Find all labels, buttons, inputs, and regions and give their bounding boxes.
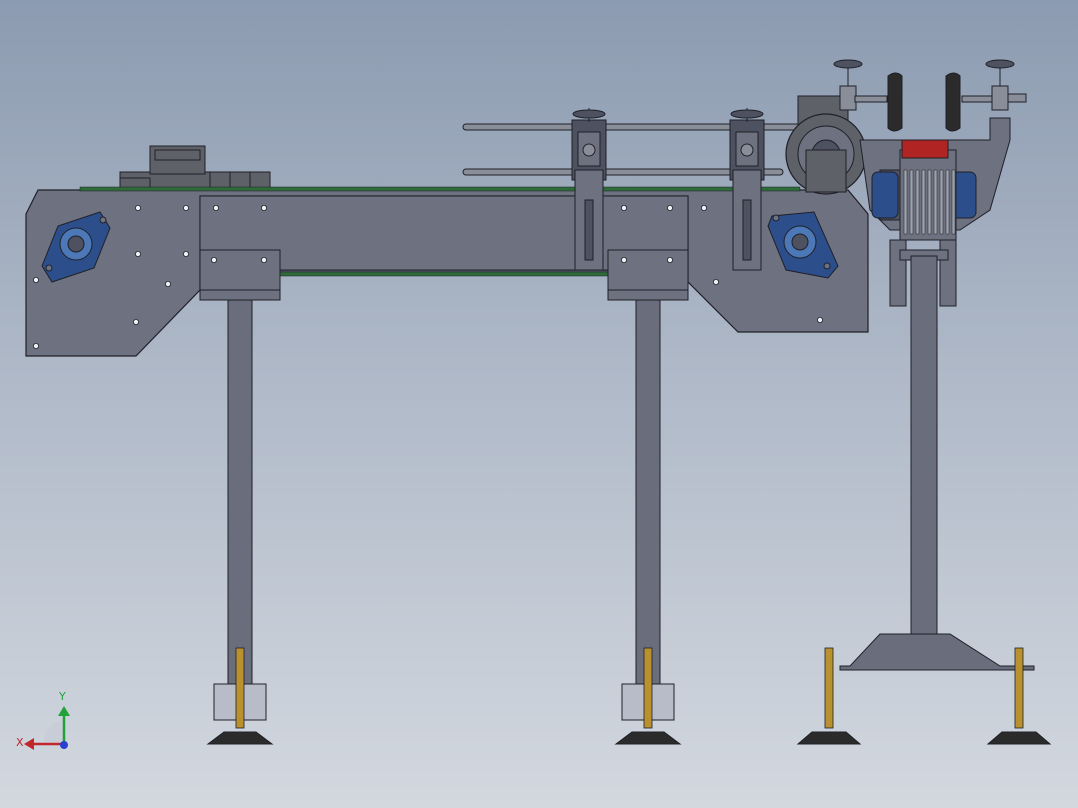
bolt-hole [667,256,674,263]
bolt-hole [182,204,189,211]
bolt-hole [33,342,40,349]
gear-tooth [921,169,926,235]
gear-tooth [951,169,956,235]
gear-rack [903,169,956,235]
bolt-hole [33,276,40,283]
conveyor-assembly-drawing: Y X [16,59,1052,750]
foot-middle [614,647,682,745]
foot-right-2 [986,647,1052,745]
gear-tooth [927,169,932,235]
x-axis-label: X [16,736,24,749]
cad-viewport[interactable]: Y X [0,0,1078,808]
gear-tooth [909,169,914,235]
bolt-hole [621,204,628,211]
leg-right-column [839,255,1035,671]
leg-middle [635,299,661,687]
bolt-hole [701,204,708,211]
gearbox [785,95,867,195]
view-triad[interactable]: Y X [16,690,70,750]
gear-tooth [933,169,938,235]
bolt-hole [134,204,141,211]
z-axis-dot [60,741,68,749]
guide-bracket-2 [729,108,765,271]
bolt-hole [134,250,141,257]
bolt-hole [212,204,219,211]
bolt-hole [260,256,267,263]
gear-tooth [945,169,950,235]
y-axis-label: Y [58,690,66,703]
bolt-hole [164,280,171,287]
guide-rods [462,123,834,176]
gear-tooth [939,169,944,235]
y-axis-arrowhead [58,706,70,716]
leg-left [227,299,253,687]
gear-tooth [915,169,920,235]
bolt-hole [667,204,674,211]
bolt-hole [260,204,267,211]
gear-tooth [903,169,908,235]
bolt-hole [621,256,628,263]
bolt-hole [713,278,720,285]
guide-bracket-1 [571,108,607,271]
bolt-hole [132,318,139,325]
foot-right-1 [796,647,862,745]
x-axis-arrowhead [24,738,34,750]
foot-left [206,647,274,745]
bolt-hole [817,316,824,323]
bolt-hole [182,250,189,257]
bolt-hole [210,256,217,263]
